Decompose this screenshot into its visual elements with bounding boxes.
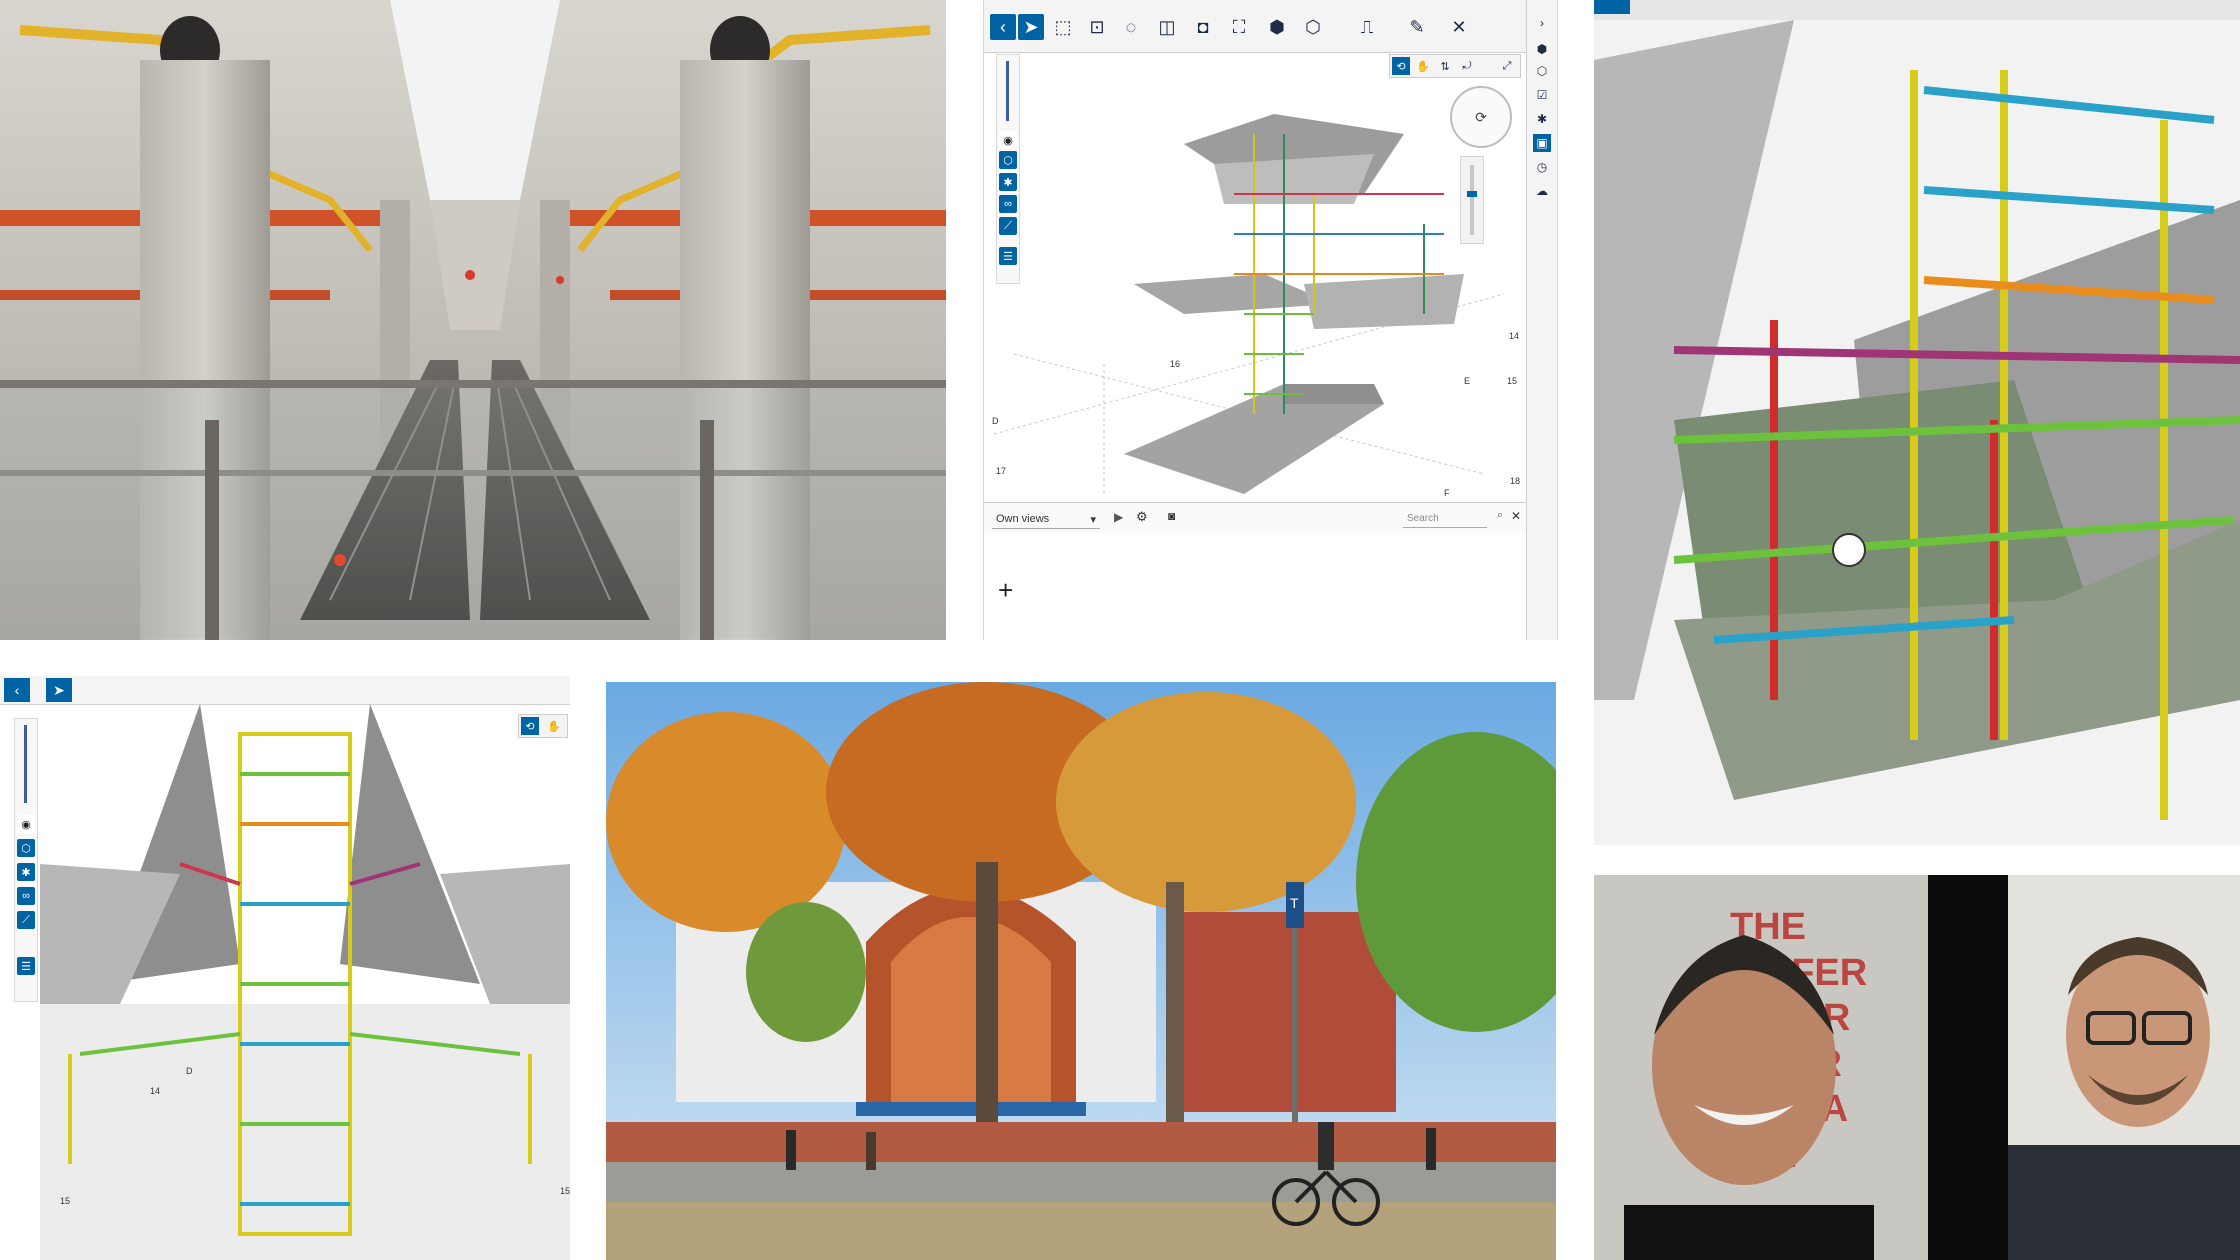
views-dropdown[interactable]: Own views ▾ xyxy=(992,510,1100,529)
viewer-toolbar: ‹ ➤ ⬚ ⊡ ◌ ◫ ◘ ⛶ ⬢ ⬡ ⎍ ✎ ✕ xyxy=(984,0,1557,53)
station-sign-text: T xyxy=(1290,895,1299,911)
select-tool-button[interactable]: ➤ xyxy=(46,678,72,702)
grid-label: 15 xyxy=(1507,376,1517,386)
grid-label: F xyxy=(1444,488,1450,498)
todo-icon[interactable]: ☑ xyxy=(1533,86,1551,104)
search-icon[interactable]: ⌕ xyxy=(1497,509,1503,522)
cube-view-button[interactable]: ⬡ xyxy=(1300,14,1326,40)
measure-icon[interactable]: ⟋ xyxy=(17,911,35,929)
station-street-render: T xyxy=(606,682,1556,1260)
model-viewer-top-view: ‹ ➤ ⟲ ✋ ◉ ⬡ ✱ ∞ ⟋ ☰ 14 15 D 15 xyxy=(0,676,570,1260)
model-viewer-window: ‹ ➤ ⬚ ⊡ ◌ ◫ ◘ ⛶ ⬢ ⬡ ⎍ ✎ ✕ ⟲ ✋ ⇅ ⤾ ⤢ ◉ ⬡ … xyxy=(983,0,1558,640)
chevron-right-icon[interactable]: › xyxy=(1533,14,1551,32)
model-icon[interactable]: ⬢ xyxy=(1533,40,1551,58)
participant-two-feed xyxy=(2008,875,2240,1260)
video-call-participants: THE DIFFER EN OR RAOR G THA EXT xyxy=(1594,875,2240,1260)
history-icon[interactable]: ◷ xyxy=(1533,158,1551,176)
grid-label: 16 xyxy=(1170,359,1180,369)
image-icon[interactable]: ▣ xyxy=(1533,134,1551,152)
view-mode-button[interactable]: ◫ xyxy=(1154,14,1180,40)
call-divider xyxy=(1928,875,2008,1260)
section-box-button[interactable]: ⊡ xyxy=(1084,14,1110,40)
add-view-button[interactable]: + xyxy=(998,575,1013,606)
layers-icon[interactable]: ☰ xyxy=(17,957,35,975)
grid-label: D xyxy=(186,1066,193,1076)
settings-icon[interactable]: ✱ xyxy=(17,863,35,881)
measure-button[interactable]: ⎍ xyxy=(1354,14,1380,40)
back-button[interactable]: ‹ xyxy=(990,14,1016,40)
link-icon[interactable]: ∞ xyxy=(17,887,35,905)
orbit-cursor-icon xyxy=(1832,533,1866,567)
search-placeholder: Search xyxy=(1407,512,1439,524)
grid-label: 14 xyxy=(150,1086,160,1096)
search-input[interactable]: Search xyxy=(1403,509,1487,528)
grid-label: 18 xyxy=(1510,476,1520,486)
slider-track[interactable] xyxy=(24,725,27,803)
station-interior-photo xyxy=(0,0,946,640)
left-tool-strip: ◉ ⬡ ✱ ∞ ⟋ ☰ xyxy=(14,718,38,1002)
scaffold-closeup-render xyxy=(1594,0,2240,845)
back-button[interactable]: ‹ xyxy=(4,678,30,702)
grid-label: E xyxy=(1464,376,1470,386)
right-rail: › ⬢ ⬡ ☑ ✱ ▣ ◷ ☁ xyxy=(1526,0,1557,640)
close-toolbar-button[interactable]: ✕ xyxy=(1446,14,1472,40)
grid-label: 15 xyxy=(560,1186,570,1196)
scaffold-top-model-view[interactable]: 14 15 D 15 xyxy=(40,704,570,1260)
chevron-down-icon: ▾ xyxy=(1090,513,1096,526)
fit-button[interactable]: ⛶ xyxy=(1226,14,1252,40)
gear-icon[interactable]: ⚙ xyxy=(1136,509,1148,525)
hide-button[interactable]: ◌ xyxy=(1118,14,1144,40)
grid-label: 15 xyxy=(60,1196,70,1206)
box-select-button[interactable]: ⬚ xyxy=(1050,14,1076,40)
xray-button[interactable]: ◘ xyxy=(1190,14,1216,40)
grid-label: 14 xyxy=(1509,331,1519,341)
scaffold-model-view[interactable]: D 17 16 14 15 18 E F xyxy=(984,54,1527,500)
views-bar: Own views ▾ ▶ ⚙ ◙ Search ⌕ ✕ xyxy=(984,502,1527,533)
viewer2-toolbar: ‹ ➤ xyxy=(0,676,570,705)
camera-icon[interactable]: ◙ xyxy=(1168,509,1175,523)
properties-icon[interactable]: ✱ xyxy=(1533,110,1551,128)
views-dropdown-label: Own views xyxy=(996,513,1050,525)
markup-button[interactable]: ✎ xyxy=(1404,14,1430,40)
grid-label: D xyxy=(992,416,999,426)
close-icon[interactable]: ✕ xyxy=(1511,509,1521,523)
participant-one-feed: THE DIFFER EN OR RAOR G THA EXT xyxy=(1594,875,1928,1260)
select-tool-button[interactable]: ➤ xyxy=(1018,14,1044,40)
cloud-icon[interactable]: ☁ xyxy=(1533,182,1551,200)
object-tree-icon[interactable]: ⬡ xyxy=(1533,62,1551,80)
visibility-icon[interactable]: ◉ xyxy=(17,815,35,833)
grid-label: 17 xyxy=(996,466,1006,476)
isolate-button[interactable]: ⬢ xyxy=(1264,14,1290,40)
play-icon[interactable]: ▶ xyxy=(1114,510,1123,524)
object-icon[interactable]: ⬡ xyxy=(17,839,35,857)
